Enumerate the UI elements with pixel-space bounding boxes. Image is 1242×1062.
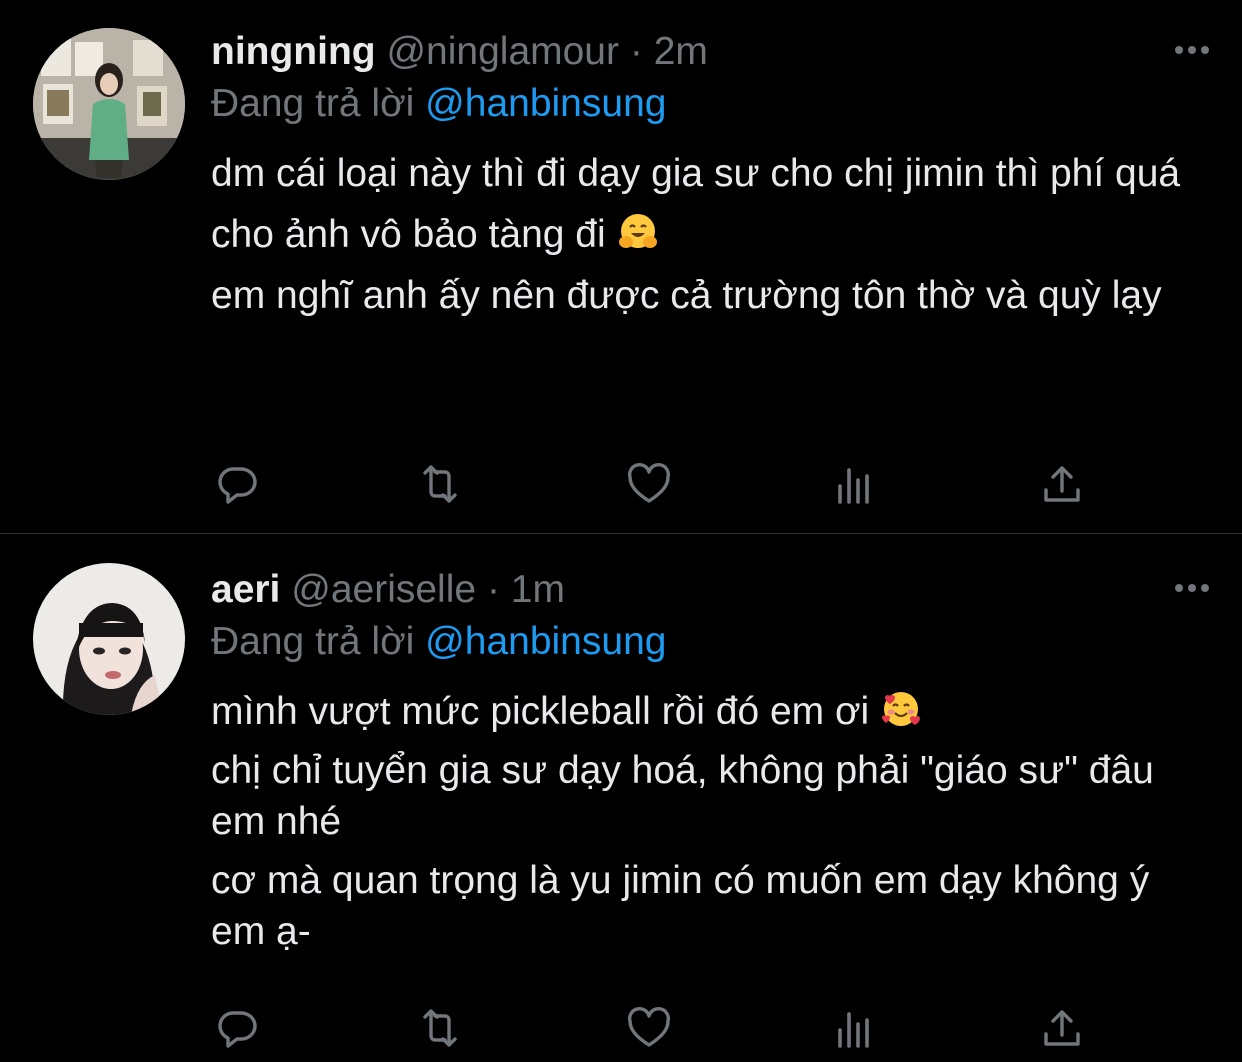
retweet-icon[interactable] (416, 460, 466, 510)
avatar-photo (33, 563, 185, 715)
reply-icon[interactable] (213, 460, 263, 510)
replying-prefix: Đang trả lời (211, 620, 415, 663)
handle[interactable]: @ninglamour (386, 30, 619, 73)
action-bar (211, 460, 1091, 510)
more-options-icon[interactable] (1172, 40, 1212, 60)
more-options-icon[interactable] (1172, 578, 1212, 598)
tweet-header: aeri @aeriselle · 1m (211, 566, 565, 614)
timestamp[interactable]: 2m (654, 30, 708, 73)
avatar[interactable] (33, 28, 185, 180)
analytics-icon[interactable] (831, 460, 881, 510)
tweet-paragraph: cơ mà quan trọng là yu jimin có muốn em … (211, 859, 1150, 953)
analytics-icon[interactable] (831, 1004, 881, 1054)
handle[interactable]: @aeriselle (291, 568, 476, 611)
mention-link[interactable]: @hanbinsung (425, 620, 666, 663)
avatar-photo (33, 28, 185, 180)
tweet-paragraph-text: cho ảnh vô bảo tàng đi (211, 213, 606, 256)
tweet[interactable]: ningning @ninglamour · 2m Đang trả lời @… (0, 0, 1242, 534)
tweet-paragraph: mình vượt mức pickleball rồi đó em ơi (211, 686, 1211, 737)
reply-icon[interactable] (213, 1004, 263, 1054)
share-icon[interactable] (1038, 1004, 1088, 1054)
replying-to: Đang trả lời @hanbinsung (211, 618, 666, 666)
like-icon[interactable] (625, 1004, 675, 1054)
replying-prefix: Đang trả lời (211, 82, 415, 125)
tweet-paragraph: em nghĩ anh ấy nên được cả trường tôn th… (211, 274, 1162, 317)
separator: · (486, 568, 500, 611)
share-icon[interactable] (1038, 460, 1088, 510)
smiling-face-with-hearts-emoji (880, 688, 922, 730)
avatar[interactable] (33, 563, 185, 715)
tweet-paragraph-text: mình vượt mức pickleball rồi đó em ơi (211, 690, 870, 733)
tweet-paragraph: dm cái loại này thì đi dạy gia sư cho ch… (211, 152, 1181, 195)
hugging-face-emoji (617, 211, 659, 253)
tweet-text: dm cái loại này thì đi dạy gia sư cho ch… (211, 148, 1211, 321)
replying-to: Đang trả lời @hanbinsung (211, 80, 666, 128)
tweet-text: mình vượt mức pickleball rồi đó em ơi ch… (211, 686, 1211, 957)
separator: · (629, 30, 643, 73)
retweet-icon[interactable] (416, 1004, 466, 1054)
timestamp[interactable]: 1m (511, 568, 565, 611)
like-icon[interactable] (625, 460, 675, 510)
mention-link[interactable]: @hanbinsung (425, 82, 666, 125)
display-name[interactable]: ningning (211, 30, 376, 73)
tweet-paragraph: chị chỉ tuyển gia sư dạy hoá, không phải… (211, 749, 1154, 843)
display-name[interactable]: aeri (211, 568, 280, 611)
tweet-paragraph: cho ảnh vô bảo tàng đi (211, 209, 1211, 260)
action-bar (211, 1004, 1091, 1054)
tweet-header: ningning @ninglamour · 2m (211, 28, 708, 76)
tweet[interactable]: aeri @aeriselle · 1m Đang trả lời @hanbi… (0, 534, 1242, 1061)
